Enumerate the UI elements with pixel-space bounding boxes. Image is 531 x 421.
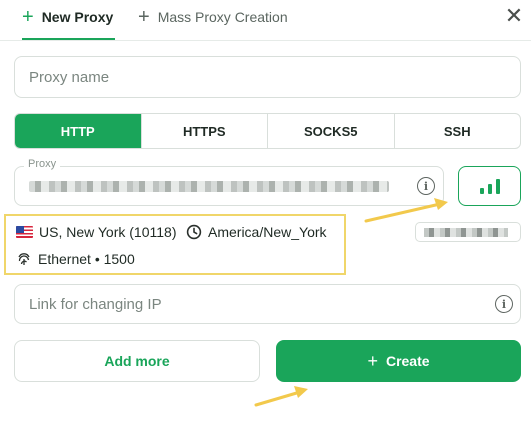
connection-row: Ethernet • 1500 (16, 251, 135, 267)
signal-bars-icon (479, 179, 500, 194)
clock-icon (186, 224, 202, 240)
create-button-label: Create (385, 353, 430, 369)
timezone-text: America/New_York (208, 224, 327, 240)
add-more-button[interactable]: Add more (14, 340, 260, 382)
proxy-field-label: Proxy (24, 158, 61, 170)
protocol-selector: HTTP HTTPS SOCKS5 SSH (14, 113, 521, 149)
info-icon[interactable]: i (417, 177, 435, 195)
ip-address-redacted (424, 228, 508, 237)
tab-new-proxy[interactable]: + New Proxy (22, 6, 113, 28)
proxy-value-redacted (29, 181, 389, 192)
protocol-option-https[interactable]: HTTPS (142, 114, 268, 148)
ip-address-chip (415, 222, 521, 242)
connection-text: Ethernet • 1500 (38, 251, 135, 267)
plus-icon: + (22, 6, 34, 28)
change-ip-link-placeholder: Link for changing IP (29, 296, 162, 313)
change-ip-link-input[interactable]: Link for changing IP i (14, 284, 521, 324)
arrow-to-create-button (254, 386, 308, 407)
proxy-name-placeholder: Proxy name (29, 69, 110, 86)
tab-new-proxy-label: New Proxy (41, 9, 114, 25)
location-row: US, New York (10118) (16, 224, 176, 240)
proxy-input[interactable]: i (14, 166, 444, 206)
timezone-row: America/New_York (186, 224, 327, 240)
create-button[interactable]: + Create (276, 340, 521, 382)
proxy-name-input[interactable]: Proxy name (14, 56, 521, 98)
fingerprint-icon (18, 253, 30, 265)
header-divider (0, 40, 531, 41)
us-flag-icon (16, 226, 33, 238)
protocol-option-ssh[interactable]: SSH (395, 114, 521, 148)
info-icon[interactable]: i (495, 295, 513, 313)
close-icon[interactable]: ✕ (503, 3, 525, 28)
protocol-option-socks5[interactable]: SOCKS5 (268, 114, 395, 148)
location-text: US, New York (10118) (39, 224, 177, 240)
plus-icon: + (138, 6, 150, 28)
tab-mass-proxy-label: Mass Proxy Creation (157, 9, 288, 25)
protocol-option-http[interactable]: HTTP (15, 114, 142, 148)
tab-mass-proxy-creation[interactable]: + Mass Proxy Creation (138, 6, 288, 28)
plus-icon: + (367, 350, 378, 371)
check-proxy-button[interactable] (458, 166, 521, 206)
